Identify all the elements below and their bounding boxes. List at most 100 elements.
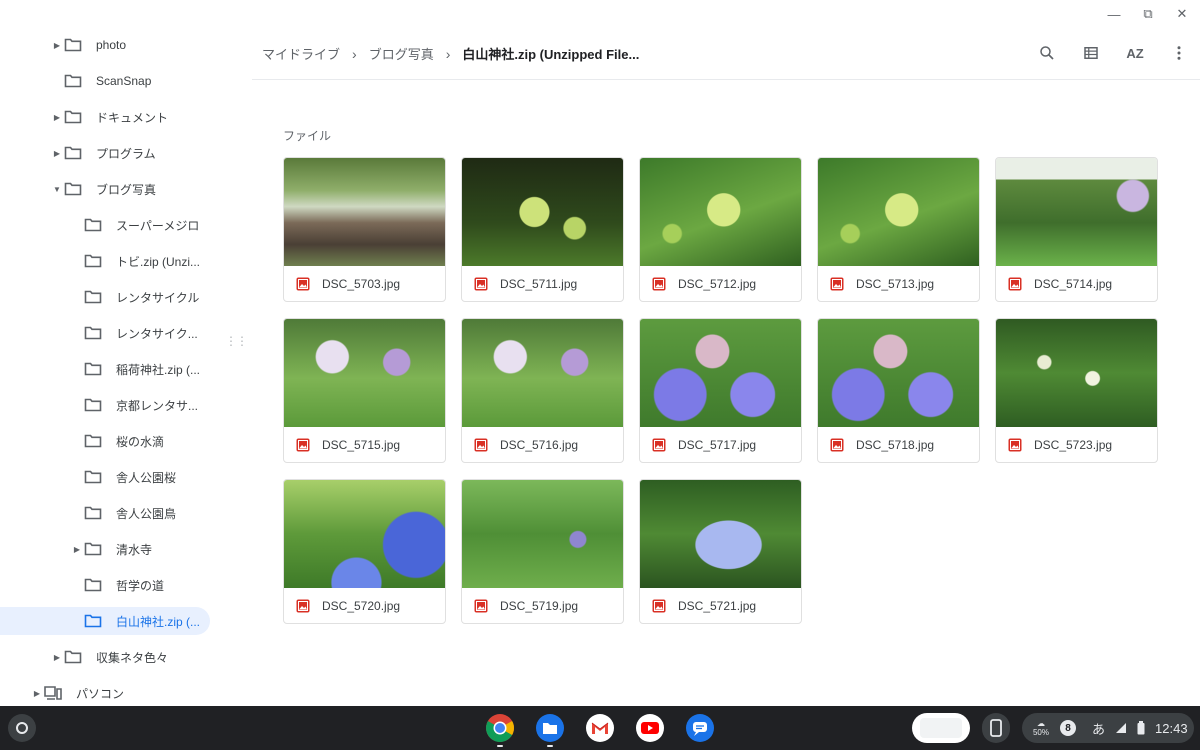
file-thumbnail xyxy=(284,158,445,266)
folder-icon xyxy=(84,470,102,484)
minimize-button[interactable]: — xyxy=(1106,6,1122,22)
file-label-row: DSC_5714.jpg xyxy=(996,266,1157,301)
breadcrumb-item[interactable]: ブログ写真 xyxy=(369,44,434,63)
folder-icon xyxy=(64,74,82,88)
sidebar-item[interactable]: ScanSnap xyxy=(50,67,151,95)
sidebar-item[interactable]: ▼ ブログ写真 xyxy=(50,175,156,203)
gmail-icon[interactable] xyxy=(584,712,616,744)
sidebar-item[interactable]: ▶ プログラム xyxy=(50,139,156,167)
file-label-row: DSC_5721.jpg xyxy=(640,588,801,623)
file-card[interactable]: DSC_5711.jpg xyxy=(461,157,624,302)
file-label-row: DSC_5720.jpg xyxy=(284,588,445,623)
sidebar-item[interactable]: 白山神社.zip (... xyxy=(0,607,210,635)
sidebar-item[interactable]: 哲学の道 xyxy=(70,571,164,599)
sidebar-item[interactable]: レンタサイク... xyxy=(70,319,198,347)
sidebar-item-label: photo xyxy=(96,38,127,52)
sidebar-item-label: ScanSnap xyxy=(96,74,152,88)
image-file-icon xyxy=(652,438,666,452)
file-thumbnail xyxy=(996,158,1157,266)
file-label-row: DSC_5703.jpg xyxy=(284,266,445,301)
file-card[interactable]: DSC_5713.jpg xyxy=(817,157,980,302)
folder-icon xyxy=(84,434,102,448)
sidebar-item[interactable]: ▶ パソコン xyxy=(30,679,124,707)
phone-icon xyxy=(990,719,1002,737)
expand-arrow-icon[interactable]: ▶ xyxy=(50,113,64,122)
expand-arrow-icon[interactable]: ▶ xyxy=(70,545,84,554)
file-label-row: DSC_5719.jpg xyxy=(462,588,623,623)
list-view-icon[interactable] xyxy=(1080,42,1102,64)
resize-handle[interactable]: ⋮⋮ xyxy=(225,334,248,348)
breadcrumb-current[interactable]: 白山神社.zip (Unzipped File... xyxy=(462,44,639,63)
sort-az-icon[interactable]: AZ xyxy=(1124,42,1146,64)
holding-space-preview xyxy=(920,718,962,738)
file-label-row: DSC_5713.jpg xyxy=(818,266,979,301)
file-card[interactable]: DSC_5703.jpg xyxy=(283,157,446,302)
messages-icon[interactable] xyxy=(684,712,716,744)
folder-icon xyxy=(64,110,82,124)
file-label-row: DSC_5715.jpg xyxy=(284,427,445,462)
expand-arrow-icon[interactable]: ▶ xyxy=(50,149,64,158)
file-card[interactable]: DSC_5721.jpg xyxy=(639,479,802,624)
youtube-icon[interactable] xyxy=(634,712,666,744)
sidebar-item[interactable]: ▶ photo xyxy=(50,31,126,59)
sidebar-item[interactable]: トビ.zip (Unzi... xyxy=(70,247,200,275)
expand-arrow-icon[interactable]: ▶ xyxy=(50,41,64,50)
file-card[interactable]: DSC_5723.jpg xyxy=(995,318,1158,463)
file-label-row: DSC_5718.jpg xyxy=(818,427,979,462)
sidebar-item[interactable]: 稲荷神社.zip (... xyxy=(70,355,200,383)
sidebar-item[interactable]: ▶ ドキュメント xyxy=(50,103,168,131)
image-file-icon xyxy=(296,277,310,291)
sidebar-item-label: パソコン xyxy=(76,686,125,701)
sidebar-item[interactable]: スーパーメジロ xyxy=(70,211,199,239)
sidebar-item-label: 収集ネタ色々 xyxy=(96,650,169,665)
sidebar-item[interactable]: 舎人公園桜 xyxy=(70,463,176,491)
folder-icon xyxy=(64,650,82,664)
file-name: DSC_5719.jpg xyxy=(500,599,579,613)
file-card[interactable]: DSC_5714.jpg xyxy=(995,157,1158,302)
launcher-button[interactable] xyxy=(8,714,36,742)
file-card[interactable]: DSC_5718.jpg xyxy=(817,318,980,463)
close-button[interactable]: ✕ xyxy=(1174,6,1190,22)
file-card[interactable]: DSC_5717.jpg xyxy=(639,318,802,463)
sidebar-item-label: 清水寺 xyxy=(116,542,153,557)
image-file-icon xyxy=(830,438,844,452)
holding-space[interactable] xyxy=(912,713,970,743)
chrome-icon[interactable] xyxy=(484,712,516,747)
file-name: DSC_5723.jpg xyxy=(1034,438,1113,452)
expand-arrow-icon[interactable]: ▶ xyxy=(50,653,64,662)
folder-icon xyxy=(84,614,102,628)
sidebar-item[interactable]: 京都レンタサ... xyxy=(70,391,198,419)
file-name: DSC_5720.jpg xyxy=(322,599,401,613)
sidebar-item[interactable]: ▶ 収集ネタ色々 xyxy=(50,643,168,671)
file-name: DSC_5713.jpg xyxy=(856,277,935,291)
sidebar-item[interactable]: ▶ 清水寺 xyxy=(70,535,152,563)
restore-button[interactable]: ⧉ xyxy=(1140,6,1156,22)
file-card[interactable]: DSC_5712.jpg xyxy=(639,157,802,302)
sidebar-item-label: レンタサイクル xyxy=(116,290,200,305)
phone-hub-button[interactable] xyxy=(982,713,1010,743)
file-card[interactable]: DSC_5719.jpg xyxy=(461,479,624,624)
file-card[interactable]: DSC_5715.jpg xyxy=(283,318,446,463)
sidebar-item-label: 舎人公園桜 xyxy=(116,470,177,485)
sidebar-item-label: スーパーメジロ xyxy=(116,218,200,233)
image-file-icon xyxy=(652,277,666,291)
status-area[interactable]: ☁ 50% 8 あ 12:43 xyxy=(1022,713,1194,743)
file-name: DSC_5714.jpg xyxy=(1034,277,1113,291)
sidebar-item[interactable]: 桜の水滴 xyxy=(70,427,164,455)
file-label-row: DSC_5723.jpg xyxy=(996,427,1157,462)
file-thumbnail xyxy=(462,480,623,588)
file-label-row: DSC_5717.jpg xyxy=(640,427,801,462)
files-icon[interactable] xyxy=(534,712,566,747)
search-icon[interactable] xyxy=(1036,42,1058,64)
sidebar-item-label: 白山神社.zip (... xyxy=(116,614,201,629)
file-name: DSC_5717.jpg xyxy=(678,438,757,452)
breadcrumb-item[interactable]: マイドライブ xyxy=(262,44,340,63)
image-file-icon xyxy=(830,277,844,291)
more-vert-icon[interactable] xyxy=(1168,42,1190,64)
expand-less-icon[interactable]: ▼ xyxy=(50,185,64,194)
file-card[interactable]: DSC_5720.jpg xyxy=(283,479,446,624)
sidebar-item[interactable]: レンタサイクル xyxy=(70,283,199,311)
expand-arrow-icon[interactable]: ▶ xyxy=(30,689,44,698)
file-card[interactable]: DSC_5716.jpg xyxy=(461,318,624,463)
sidebar-item[interactable]: 舎人公園鳥 xyxy=(70,499,176,527)
